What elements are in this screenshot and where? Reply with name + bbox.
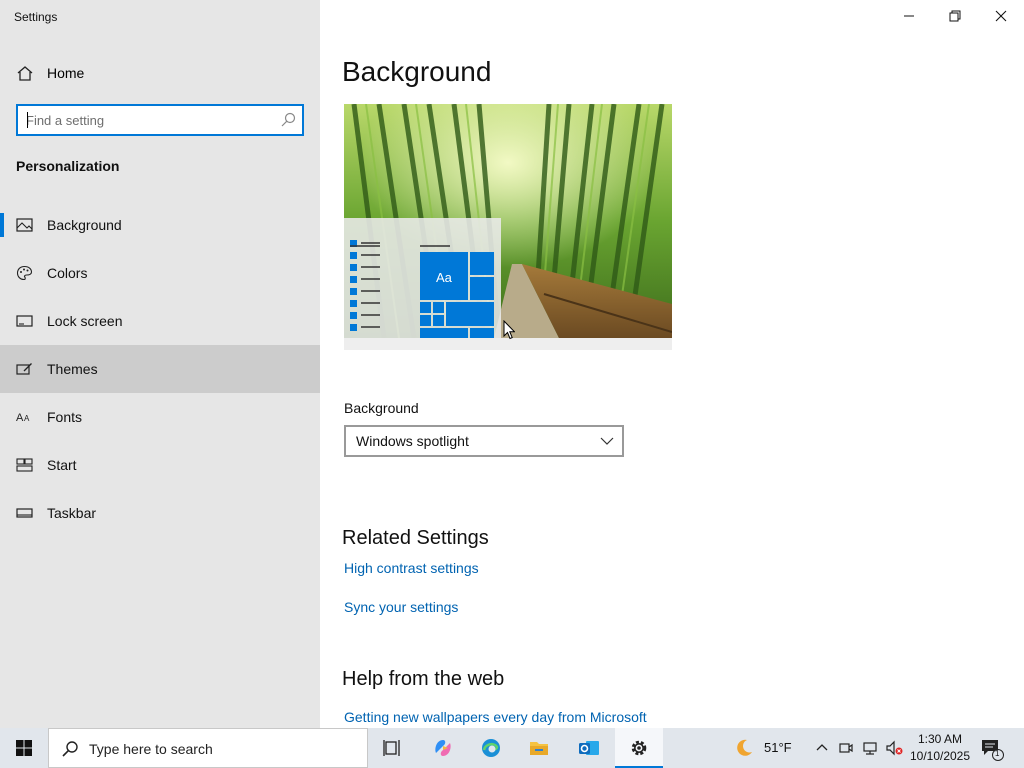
background-preview: Aa: [344, 104, 672, 350]
taskbar-clock[interactable]: 1:30 AM 10/10/2025: [906, 731, 974, 765]
restore-icon: [949, 10, 961, 22]
active-indicator: [0, 213, 4, 237]
outlook-button[interactable]: [565, 728, 613, 768]
sidebar-item-colors[interactable]: Colors: [0, 249, 320, 297]
chevron-up-icon[interactable]: [815, 741, 829, 755]
fonts-icon: A A: [16, 412, 30, 424]
edge-icon: [482, 739, 500, 757]
sidebar-item-label: Background: [47, 217, 122, 233]
find-setting-input[interactable]: [26, 111, 276, 129]
start-menu-mockup-graphic: [350, 240, 494, 338]
minimize-button[interactable]: [886, 0, 932, 32]
taskbar-icon: [16, 508, 33, 518]
sidebar: Settings Home Personalization Background…: [0, 0, 320, 728]
dropdown-selected-value: Windows spotlight: [356, 433, 469, 449]
sidebar-item-fonts[interactable]: A A Fonts: [0, 393, 320, 441]
text-caret: [27, 112, 28, 128]
close-button[interactable]: [978, 0, 1024, 32]
page-title: Background: [342, 56, 492, 87]
network-icon[interactable]: [862, 740, 880, 756]
picture-icon: [16, 218, 33, 232]
home-nav-item[interactable]: Home: [0, 57, 320, 89]
windows-logo-icon: [16, 740, 32, 756]
notifications-icon: [982, 740, 1004, 761]
sidebar-item-themes[interactable]: Themes: [0, 345, 320, 393]
sidebar-item-label: Start: [47, 457, 77, 473]
search-icon: [62, 741, 78, 757]
task-view-button[interactable]: [368, 728, 416, 768]
copilot-button[interactable]: [419, 728, 467, 768]
settings-icon: [631, 740, 647, 756]
taskbar-search-placeholder: Type here to search: [89, 741, 213, 757]
background-type-dropdown[interactable]: Windows spotlight: [344, 425, 624, 457]
section-title: Personalization: [16, 158, 120, 174]
themes-icon: [16, 363, 32, 375]
preview-tile-label: Aa: [436, 270, 452, 285]
sidebar-item-label: Themes: [47, 361, 98, 377]
clock-time: 1:30 AM: [917, 732, 963, 746]
sidebar-item-start[interactable]: Start: [0, 441, 320, 489]
chevron-down-icon: [600, 437, 614, 445]
wallpapers-help-link[interactable]: Getting new wallpapers every day from Mi…: [344, 709, 647, 725]
weather-temperature[interactable]: 51°F: [764, 740, 792, 755]
background-dropdown-label: Background: [344, 400, 419, 416]
sync-your-settings-link[interactable]: Sync your settings: [344, 599, 458, 615]
related-settings-heading: Related Settings: [342, 527, 489, 549]
sidebar-item-label: Taskbar: [47, 505, 97, 521]
sidebar-item-label: Colors: [47, 265, 88, 281]
weather-moon-icon[interactable]: [733, 737, 755, 759]
app-title: Settings: [14, 10, 58, 24]
notification-count-badge: 1: [995, 749, 1000, 758]
sidebar-item-lock-screen[interactable]: Lock screen: [0, 297, 320, 345]
home-label: Home: [47, 65, 85, 81]
close-icon: [995, 10, 1007, 22]
task-view-icon: [383, 740, 400, 756]
high-contrast-settings-link[interactable]: High contrast settings: [344, 560, 479, 576]
edge-browser-button[interactable]: [467, 728, 515, 768]
start-menu-mockup: Aa: [344, 218, 501, 338]
help-from-web-heading: Help from the web: [342, 668, 505, 690]
svg-text:A: A: [16, 412, 24, 424]
palette-icon: [16, 265, 33, 281]
start-button[interactable]: [0, 728, 48, 768]
meet-now-icon[interactable]: [838, 740, 854, 756]
find-setting-search[interactable]: [16, 104, 304, 136]
copilot-icon: [435, 740, 451, 756]
taskbar: Type here to search 51°F 1:30 AM 10/10/2…: [0, 728, 1024, 768]
sidebar-item-background[interactable]: Background: [0, 201, 320, 249]
sidebar-item-label: Fonts: [47, 409, 83, 425]
svg-text:A: A: [24, 414, 30, 423]
lock-screen-icon: [16, 315, 33, 327]
action-center-button[interactable]: 1: [978, 736, 1004, 762]
home-icon: [17, 66, 33, 81]
file-explorer-button[interactable]: [515, 728, 563, 768]
sidebar-item-label: Lock screen: [47, 313, 123, 329]
mouse-cursor-icon: [503, 320, 515, 340]
volume-muted-icon[interactable]: [885, 740, 905, 756]
file-explorer-icon: [530, 742, 548, 755]
taskbar-search-box[interactable]: Type here to search: [48, 728, 368, 768]
restore-button[interactable]: [932, 0, 978, 32]
settings-taskbar-button[interactable]: [615, 728, 663, 768]
search-icon[interactable]: [280, 112, 296, 128]
start-icon: [16, 458, 33, 472]
clock-date: 10/10/2025: [909, 749, 971, 763]
minimize-icon: [904, 15, 914, 17]
sidebar-item-taskbar[interactable]: Taskbar: [0, 489, 320, 537]
outlook-icon: [579, 741, 599, 755]
